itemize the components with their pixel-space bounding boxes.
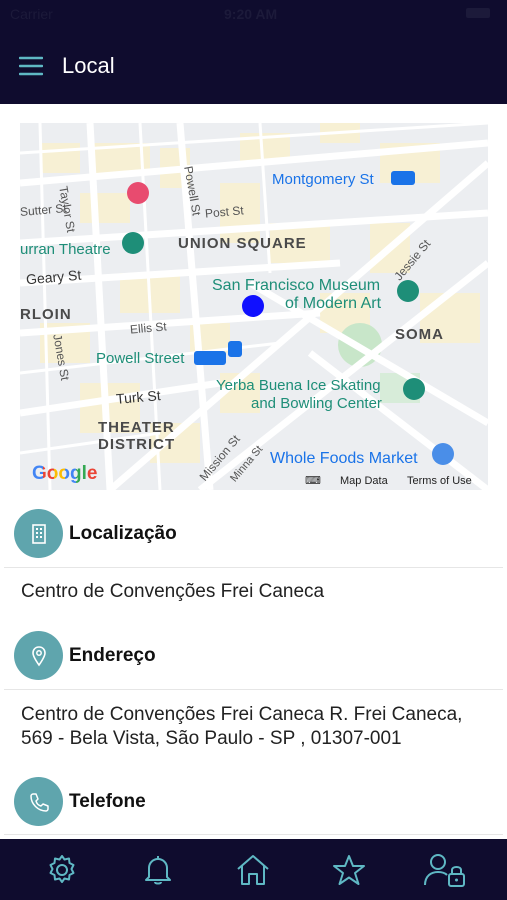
phone-icon: [14, 777, 63, 826]
map-label-soma: SOMA: [395, 326, 444, 343]
location-pin-icon: [14, 631, 63, 680]
map-label-montgomery: Montgomery St: [272, 171, 374, 188]
phone-title: Telefone: [69, 790, 146, 812]
star-icon[interactable]: [319, 845, 379, 895]
map-label-sfmoma-line1: San Francisco Museum: [212, 277, 381, 294]
address-title: Endereço: [69, 644, 156, 666]
status-bar: Carrier 9:20 AM: [0, 0, 507, 28]
current-location-marker: [242, 295, 264, 317]
map-label-theater: THEATER: [98, 419, 175, 436]
map-label-whole-foods: Whole Foods Market: [270, 450, 418, 467]
divider: [4, 689, 503, 690]
map-label-district: DISTRICT: [98, 436, 176, 453]
location-map[interactable]: Montgomery St Taylor St Powell St Post S…: [20, 123, 488, 490]
map-label-yerba-line1: Yerba Buena Ice Skating: [216, 377, 381, 394]
carrier-label: Carrier: [10, 6, 53, 22]
map-label-powell-station: Powell Street: [96, 350, 185, 367]
app-header: Local: [0, 28, 507, 104]
map-label-curran: urran Theatre: [20, 241, 111, 258]
settings-icon[interactable]: [32, 845, 92, 895]
address-value-line1: Centro de Convenções Frei Caneca R. Frei…: [21, 704, 463, 725]
divider: [4, 834, 503, 835]
battery-icon: [465, 6, 495, 23]
status-time: 9:20 AM: [224, 6, 278, 22]
user-lock-icon[interactable]: [415, 845, 475, 895]
bell-icon[interactable]: [128, 845, 188, 895]
google-logo: Google: [32, 463, 98, 484]
hamburger-menu-icon[interactable]: [0, 28, 62, 104]
location-value: Centro de Convenções Frei Caneca: [21, 581, 325, 602]
address-section-header: Endereço: [14, 631, 156, 680]
phone-section-header: Telefone: [14, 777, 146, 826]
home-icon[interactable]: [223, 845, 283, 895]
keyboard-icon: ⌨: [305, 475, 321, 487]
map-label-yerba-line2: and Bowling Center: [251, 395, 382, 412]
map-label-union-square: UNION SQUARE: [178, 235, 307, 252]
location-section-header: Localização: [14, 509, 177, 558]
address-value-line2: 569 - Bela Vista, São Paulo - SP , 01307…: [21, 728, 402, 749]
bottom-tab-bar: [0, 839, 507, 900]
map-label-sfmoma-line2: of Modern Art: [285, 295, 382, 312]
location-title: Localização: [69, 522, 177, 544]
map-label-tenderloin: RLOIN: [20, 306, 72, 323]
page-title: Local: [62, 53, 115, 78]
divider: [4, 567, 503, 568]
building-icon: [14, 509, 63, 558]
terms-of-use-link[interactable]: Terms of Use: [407, 475, 472, 487]
map-data-link[interactable]: Map Data: [340, 475, 388, 487]
